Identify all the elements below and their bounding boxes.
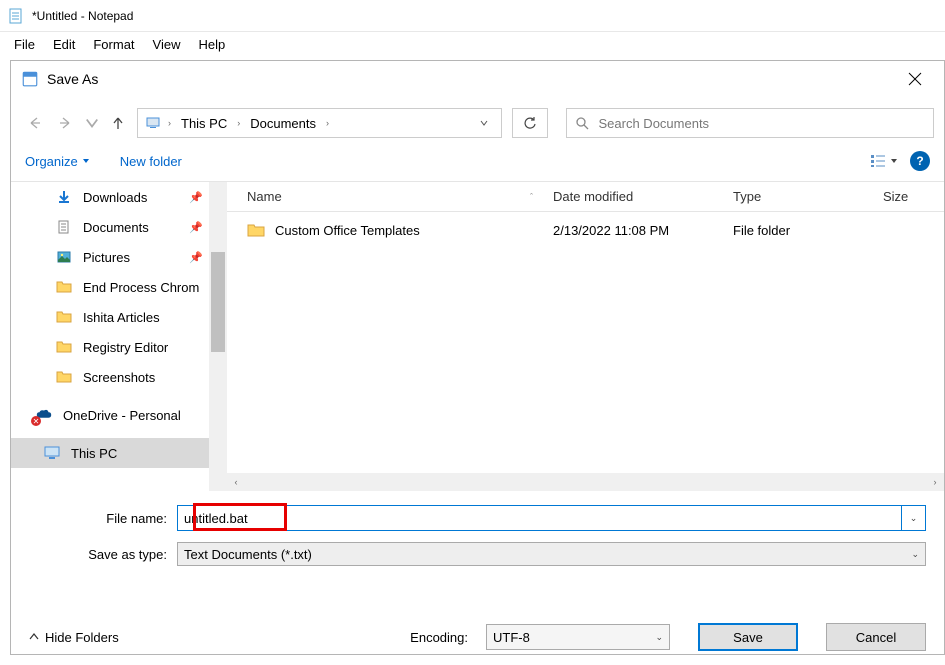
filename-label: File name: bbox=[29, 511, 177, 526]
savetype-row: Save as type: Text Documents (*.txt) ⌄ bbox=[29, 539, 926, 569]
chevron-down-icon: ⌄ bbox=[911, 549, 919, 560]
hide-folders-button[interactable]: Hide Folders bbox=[29, 630, 119, 645]
sidebar-item-downloads[interactable]: Downloads 📌 bbox=[11, 182, 209, 212]
pin-icon: 📌 bbox=[189, 221, 203, 234]
folder-icon bbox=[55, 368, 73, 386]
savetype-label: Save as type: bbox=[29, 547, 177, 562]
chevron-right-icon: › bbox=[233, 118, 244, 128]
notepad-icon bbox=[8, 8, 24, 24]
menu-format[interactable]: Format bbox=[85, 35, 142, 54]
filename-input[interactable] bbox=[177, 505, 902, 531]
organize-button[interactable]: Organize bbox=[25, 154, 90, 169]
menu-file[interactable]: File bbox=[6, 35, 43, 54]
cancel-button[interactable]: Cancel bbox=[826, 623, 926, 651]
sidebar-item-registry[interactable]: Registry Editor bbox=[11, 332, 209, 362]
dialog-footer: Hide Folders Encoding: UTF-8 ⌄ Save Canc… bbox=[11, 609, 944, 665]
filename-dropdown[interactable]: ⌄ bbox=[902, 505, 926, 531]
save-as-dialog: Save As › This PC › Documents › bbox=[10, 60, 945, 655]
folder-icon bbox=[247, 222, 265, 238]
save-button[interactable]: Save bbox=[698, 623, 798, 651]
sidebar-item-thispc[interactable]: This PC bbox=[11, 438, 209, 468]
search-icon bbox=[575, 116, 589, 130]
encoding-label: Encoding: bbox=[410, 630, 468, 645]
breadcrumb-bar[interactable]: › This PC › Documents › bbox=[137, 108, 502, 138]
navigation-row: › This PC › Documents › Search Documents bbox=[11, 105, 944, 141]
sidebar-item-ishita[interactable]: Ishita Articles bbox=[11, 302, 209, 332]
file-list-area: Name ˆ Date modified Type Size Custom Of… bbox=[227, 182, 944, 491]
column-header-type[interactable]: Type bbox=[733, 189, 883, 204]
pictures-icon bbox=[55, 248, 73, 266]
pin-icon: 📌 bbox=[189, 191, 203, 204]
sidebar-item-screenshots[interactable]: Screenshots bbox=[11, 362, 209, 392]
chevron-right-icon: › bbox=[164, 118, 175, 128]
close-button[interactable] bbox=[896, 68, 934, 90]
onedrive-icon: ✕ bbox=[35, 406, 53, 424]
sidebar-scrollbar[interactable] bbox=[209, 182, 227, 491]
folder-icon bbox=[55, 278, 73, 296]
pc-icon bbox=[144, 114, 162, 132]
nav-back-button[interactable] bbox=[21, 110, 47, 136]
documents-icon bbox=[55, 218, 73, 236]
dialog-title: Save As bbox=[47, 71, 98, 87]
filename-row: File name: ⌄ bbox=[29, 503, 926, 533]
new-folder-button[interactable]: New folder bbox=[120, 154, 182, 169]
notepad-menu-bar: File Edit Format View Help bbox=[0, 32, 945, 56]
savetype-select[interactable]: Text Documents (*.txt) ⌄ bbox=[177, 542, 926, 566]
toolbar: Organize New folder ? bbox=[11, 141, 944, 181]
refresh-button[interactable] bbox=[512, 108, 548, 138]
sidebar-item-onedrive[interactable]: ✕ OneDrive - Personal bbox=[11, 400, 209, 430]
nav-recent-dropdown[interactable] bbox=[85, 110, 99, 136]
chevron-down-icon: ⌄ bbox=[655, 632, 663, 643]
menu-help[interactable]: Help bbox=[190, 35, 233, 54]
dialog-icon bbox=[21, 70, 39, 88]
scroll-right-icon[interactable]: › bbox=[926, 473, 944, 491]
search-input[interactable]: Search Documents bbox=[566, 108, 935, 138]
downloads-icon bbox=[55, 188, 73, 206]
thispc-icon bbox=[43, 444, 61, 462]
view-options-button[interactable] bbox=[870, 154, 898, 168]
sidebar-item-pictures[interactable]: Pictures 📌 bbox=[11, 242, 209, 272]
folder-icon bbox=[55, 308, 73, 326]
breadcrumb-dropdown[interactable] bbox=[473, 119, 495, 127]
sidebar-item-documents[interactable]: Documents 📌 bbox=[11, 212, 209, 242]
list-headers: Name ˆ Date modified Type Size bbox=[227, 182, 944, 212]
scrollbar-thumb[interactable] bbox=[211, 252, 225, 352]
encoding-select[interactable]: UTF-8 ⌄ bbox=[486, 624, 670, 650]
sidebar: Downloads 📌 Documents 📌 Pictures 📌 End P… bbox=[11, 182, 209, 491]
notepad-window-title: *Untitled - Notepad bbox=[32, 9, 133, 23]
nav-up-button[interactable] bbox=[105, 110, 131, 136]
breadcrumb-documents[interactable]: Documents bbox=[246, 116, 320, 131]
chevron-right-icon: › bbox=[322, 118, 333, 128]
sidebar-item-endprocess[interactable]: End Process Chrom bbox=[11, 272, 209, 302]
sort-indicator-icon: ˆ bbox=[530, 192, 533, 202]
column-header-date[interactable]: Date modified bbox=[553, 189, 733, 204]
chevron-up-icon bbox=[29, 632, 39, 642]
menu-edit[interactable]: Edit bbox=[45, 35, 83, 54]
column-header-size[interactable]: Size bbox=[883, 189, 944, 204]
help-button[interactable]: ? bbox=[910, 151, 930, 171]
nav-forward-button[interactable] bbox=[53, 110, 79, 136]
column-header-name[interactable]: Name ˆ bbox=[227, 189, 553, 204]
breadcrumb-thispc[interactable]: This PC bbox=[177, 116, 231, 131]
folder-icon bbox=[55, 338, 73, 356]
scroll-left-icon[interactable]: ‹ bbox=[227, 473, 245, 491]
dialog-titlebar: Save As bbox=[11, 61, 944, 97]
search-placeholder: Search Documents bbox=[599, 116, 710, 131]
menu-view[interactable]: View bbox=[145, 35, 189, 54]
horizontal-scrollbar[interactable]: ‹ › bbox=[227, 473, 944, 491]
notepad-titlebar: *Untitled - Notepad bbox=[0, 0, 945, 32]
list-item[interactable]: Custom Office Templates 2/13/2022 11:08 … bbox=[227, 212, 944, 248]
pin-icon: 📌 bbox=[189, 251, 203, 264]
